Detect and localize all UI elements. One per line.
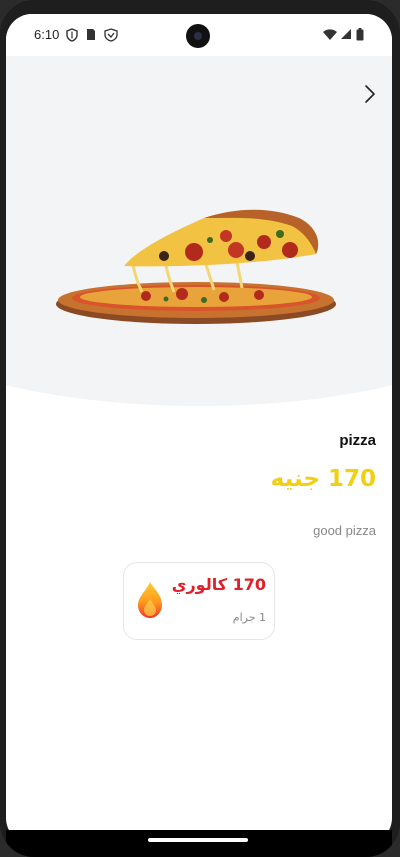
product-name: pizza [339, 432, 376, 449]
status-time: 6:10 [34, 27, 60, 42]
battery-icon [356, 28, 364, 41]
pizza-slice-image [56, 209, 336, 324]
back-button[interactable] [358, 80, 382, 108]
calories-value: 170 كالوري [171, 575, 266, 594]
flame-icon [138, 582, 162, 618]
weight-value: 1 جرام [232, 611, 266, 624]
navigation-bar [6, 830, 392, 857]
vpn-icon [104, 28, 118, 42]
app-screen: 6:10 pizza 170 جنيه good pizza 170 كالور… [6, 14, 392, 844]
product-description: good pizza [313, 523, 376, 538]
status-bar: 6:10 [6, 14, 392, 56]
phone-frame: 6:10 pizza 170 جنيه good pizza 170 كالور… [0, 0, 400, 857]
sim-card-icon [87, 29, 95, 40]
wifi-icon [323, 29, 337, 40]
shield-icon [66, 28, 78, 42]
chevron-right-icon [365, 85, 375, 103]
calories-card: 170 كالوري 1 جرام [123, 562, 275, 640]
product-price: 170 جنيه [270, 466, 376, 492]
home-indicator[interactable] [148, 838, 248, 842]
signal-icon [341, 29, 351, 39]
front-camera [186, 24, 210, 48]
